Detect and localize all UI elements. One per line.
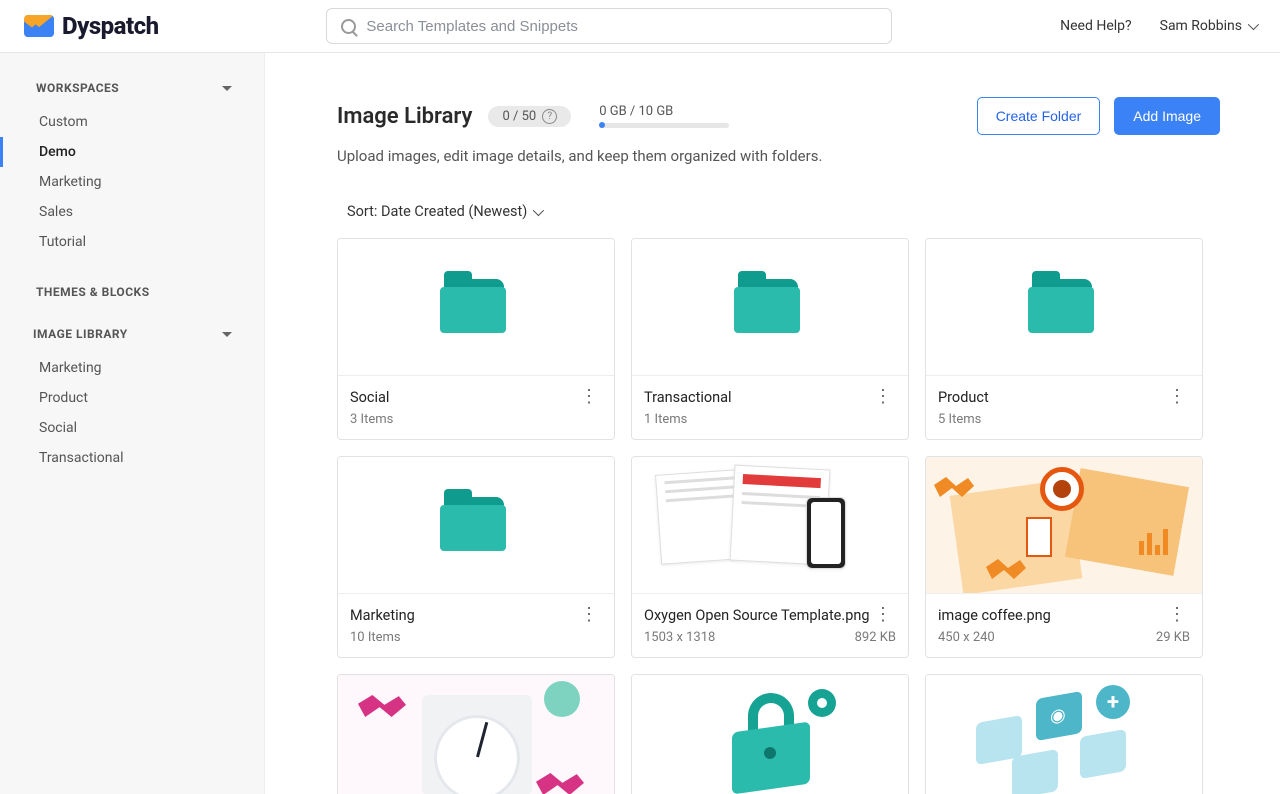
more-icon[interactable]: ⋮ [1164,604,1190,626]
sidebar-heading-themes[interactable]: THEMES & BLOCKS [0,285,264,299]
help-icon[interactable]: ? [542,109,557,124]
count-pill: 0 / 50 ? [488,106,571,127]
create-folder-button[interactable]: Create Folder [977,97,1101,135]
more-icon[interactable]: ⋮ [870,604,896,626]
image-card[interactable] [631,674,909,794]
folder-icon [440,279,512,335]
image-card[interactable]: Oxygen Open Source Template.png⋮ 1503 x 1… [631,456,909,658]
content: Image Library 0 / 50 ? 0 GB / 10 GB Crea… [265,53,1280,794]
chevron-down-icon [1248,19,1259,30]
more-icon[interactable]: ⋮ [576,604,602,626]
storage-bar [599,123,729,128]
image-card[interactable]: ◉+ [925,674,1203,794]
more-icon[interactable]: ⋮ [576,386,602,408]
card-title: Marketing [350,607,415,624]
card-subtext: 10 Items [350,630,401,645]
add-image-button[interactable]: Add Image [1114,97,1220,135]
logo[interactable]: Dyspatch [24,12,159,40]
storage-indicator: 0 GB / 10 GB [599,104,729,128]
card-subtext: 5 Items [938,412,981,427]
card-size: 29 KB [1156,630,1190,645]
help-link[interactable]: Need Help? [1060,18,1132,34]
more-icon[interactable]: ⋮ [870,386,896,408]
logo-icon [24,15,54,37]
card-subtext: 450 x 240 [938,630,995,645]
sidebar-item-social[interactable]: Social [0,413,264,443]
folder-card[interactable]: Marketing ⋮ 10 Items [337,456,615,658]
page-description: Upload images, edit image details, and k… [337,147,1220,165]
folder-card[interactable]: Social ⋮ 3 Items [337,238,615,440]
card-subtext: 1503 x 1318 [644,630,715,645]
sidebar-item-transactional[interactable]: Transactional [0,443,264,473]
topbar: Dyspatch Need Help? Sam Robbins [0,0,1280,53]
user-menu[interactable]: Sam Robbins [1160,18,1256,34]
sidebar-heading-image-library[interactable]: IMAGE LIBRARY [0,327,264,341]
sidebar-item-sales[interactable]: Sales [0,197,264,227]
folder-icon [440,497,512,553]
search-box[interactable] [326,8,892,44]
caret-down-icon [222,86,232,96]
cards-grid: Social ⋮ 3 Items Transactional ⋮ 1 Items Produ… [337,238,1220,794]
sidebar-heading-workspaces[interactable]: WORKSPACES [0,81,264,95]
sidebar-item-marketing[interactable]: Marketing [0,167,264,197]
chevron-down-icon [533,204,544,215]
image-card[interactable] [337,674,615,794]
sidebar-item-demo[interactable]: Demo [0,137,264,167]
card-title: Oxygen Open Source Template.png [644,607,870,624]
search-input[interactable] [366,18,877,35]
folder-icon [734,279,806,335]
sidebar-item-custom[interactable]: Custom [0,107,264,137]
more-icon[interactable]: ⋮ [1164,386,1190,408]
logo-text: Dyspatch [62,12,159,40]
sidebar-item-tutorial[interactable]: Tutorial [0,227,264,257]
card-title: Product [938,389,989,406]
sort-dropdown[interactable]: Sort: Date Created (Newest) [337,203,1220,220]
sidebar-item-product[interactable]: Product [0,383,264,413]
sidebar: WORKSPACES CustomDemoMarketingSalesTutor… [0,53,265,794]
folder-card[interactable]: Transactional ⋮ 1 Items [631,238,909,440]
card-subtext: 3 Items [350,412,393,427]
image-card[interactable]: image coffee.png ⋮ 450 x 240 29 KB [925,456,1203,658]
sidebar-item-marketing[interactable]: Marketing [0,353,264,383]
folder-card[interactable]: Product ⋮ 5 Items [925,238,1203,440]
card-size: 892 KB [855,630,896,645]
page-title: Image Library [337,104,472,129]
search-icon [341,19,356,34]
caret-down-icon [222,332,232,342]
folder-icon [1028,279,1100,335]
card-title: image coffee.png [938,607,1051,624]
card-title: Transactional [644,389,732,406]
user-name: Sam Robbins [1160,18,1242,34]
card-title: Social [350,389,389,406]
card-subtext: 1 Items [644,412,687,427]
